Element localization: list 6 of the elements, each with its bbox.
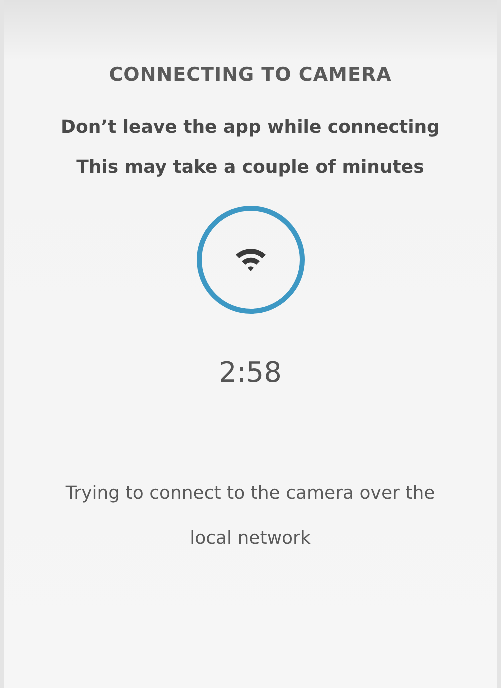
warning-text: Don’t leave the app while connecting (60, 116, 441, 140)
wifi-icon (234, 246, 268, 274)
countdown-timer: 2:58 (219, 356, 282, 389)
screen-title: CONNECTING TO CAMERA (109, 64, 392, 86)
warning-text: This may take a couple of minutes (76, 156, 426, 180)
status-message: Trying to connect to the camera over the local network (64, 482, 436, 551)
